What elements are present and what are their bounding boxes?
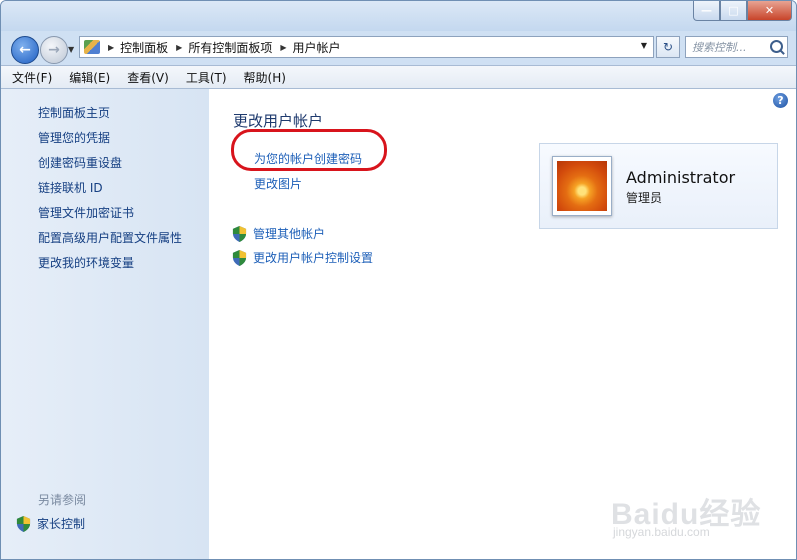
- menu-help[interactable]: 帮助(H): [238, 69, 292, 86]
- search-icon[interactable]: [770, 40, 783, 53]
- arrow-left-icon: ←: [19, 42, 31, 58]
- chevron-right-icon[interactable]: ▶: [176, 43, 182, 52]
- maximize-button[interactable]: □: [720, 1, 747, 21]
- uac-shield-icon: [232, 225, 247, 242]
- control-panel-icon: [84, 40, 100, 54]
- task-links: 控制面板主页 管理您的凭据 创建密码重设盘 链接联机 ID 管理文件加密证书 配…: [38, 104, 182, 279]
- menu-edit[interactable]: 编辑(E): [63, 69, 116, 86]
- close-button[interactable]: ✕: [747, 1, 792, 21]
- search-input[interactable]: [692, 38, 770, 56]
- uac-settings-link[interactable]: 更改用户帐户控制设置: [232, 249, 373, 266]
- navigation-bar: ← → ▼ ▶ 控制面板 ▶ 所有控制面板项 ▶ 用户帐户 ▼ ↻: [1, 31, 796, 65]
- sidebar-item-create-reset-disk[interactable]: 创建密码重设盘: [38, 154, 182, 179]
- sidebar-item-environment-variables[interactable]: 更改我的环境变量: [38, 254, 182, 279]
- refresh-button[interactable]: ↻: [656, 36, 680, 58]
- parental-controls-label: 家长控制: [37, 517, 86, 531]
- arrow-right-icon: →: [48, 42, 60, 58]
- title-bar: — □ ✕: [1, 1, 796, 31]
- create-password-link[interactable]: 为您的帐户创建密码: [254, 150, 362, 167]
- account-type: 管理员: [626, 191, 663, 205]
- recent-pages-dropdown[interactable]: ▼: [68, 45, 74, 54]
- manage-other-accounts-label: 管理其他帐户: [253, 227, 326, 241]
- help-icon[interactable]: ?: [773, 93, 788, 108]
- menu-file[interactable]: 文件(F): [6, 69, 58, 86]
- chevron-right-icon[interactable]: ▶: [108, 43, 114, 52]
- sidebar-item-parental-controls[interactable]: 家长控制: [16, 515, 85, 532]
- sidebar-item-manage-credentials[interactable]: 管理您的凭据: [38, 129, 182, 154]
- task-pane: 控制面板主页 管理您的凭据 创建密码重设盘 链接联机 ID 管理文件加密证书 配…: [1, 89, 209, 559]
- refresh-icon: ↻: [662, 40, 674, 54]
- menu-tools[interactable]: 工具(T): [180, 69, 233, 86]
- uac-shield-icon: [16, 515, 31, 532]
- baidu-watermark: Baidu经验 jingyan.baidu.com: [611, 489, 791, 549]
- sidebar-item-manage-encryption-certs[interactable]: 管理文件加密证书: [38, 204, 182, 229]
- breadcrumb-all-items[interactable]: 所有控制面板项: [188, 39, 272, 56]
- user-account-card: Administrator 管理员: [539, 143, 778, 229]
- change-picture-link[interactable]: 更改图片: [254, 175, 302, 192]
- uac-settings-label: 更改用户帐户控制设置: [253, 251, 374, 265]
- back-button[interactable]: ←: [11, 36, 39, 64]
- avatar[interactable]: [552, 156, 612, 216]
- page-title: 更改用户帐户: [233, 112, 324, 130]
- uac-shield-icon: [232, 249, 247, 266]
- breadcrumb-user-accounts[interactable]: 用户帐户: [293, 39, 341, 56]
- main-content: ? 更改用户帐户 为您的帐户创建密码 更改图片 管理其他帐户 更改用户帐户控制设…: [209, 89, 796, 559]
- watermark-url: jingyan.baidu.com: [613, 525, 710, 539]
- menu-view[interactable]: 查看(V): [121, 69, 175, 86]
- chevron-right-icon[interactable]: ▶: [280, 43, 286, 52]
- sidebar-item-control-panel-home[interactable]: 控制面板主页: [38, 104, 182, 129]
- breadcrumb-control-panel[interactable]: 控制面板: [120, 39, 168, 56]
- flower-picture: [557, 161, 607, 211]
- chevron-down-icon[interactable]: ▼: [641, 41, 647, 50]
- menu-bar: 文件(F) 编辑(E) 查看(V) 工具(T) 帮助(H): [1, 65, 796, 89]
- forward-button[interactable]: →: [40, 36, 68, 64]
- minimize-button[interactable]: —: [693, 1, 720, 21]
- manage-other-accounts-link[interactable]: 管理其他帐户: [232, 225, 325, 242]
- see-also-heading: 另请参阅: [38, 493, 87, 507]
- search-box[interactable]: [685, 36, 788, 58]
- sidebar-item-advanced-profile-properties[interactable]: 配置高级用户配置文件属性: [38, 229, 182, 254]
- control-panel-window: — □ ✕ ← → ▼ ▶ 控制面板 ▶ 所有控制面板项 ▶ 用户帐户 ▼ ↻ …: [0, 0, 797, 560]
- address-bar[interactable]: ▶ 控制面板 ▶ 所有控制面板项 ▶ 用户帐户 ▼: [79, 36, 654, 58]
- sidebar-item-link-online-id[interactable]: 链接联机 ID: [38, 179, 182, 204]
- window-controls: — □ ✕: [693, 1, 792, 21]
- account-name: Administrator: [626, 168, 736, 187]
